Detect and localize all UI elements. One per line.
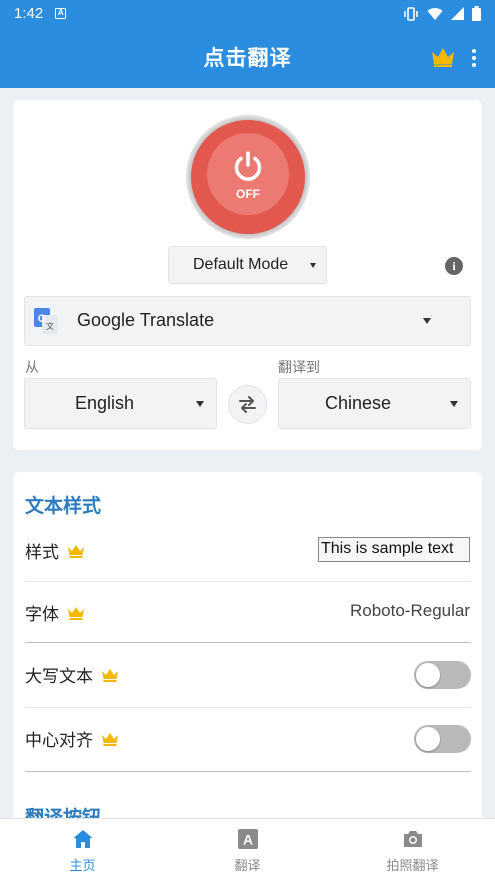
mode-select-value: Default Mode bbox=[193, 256, 289, 273]
wifi-icon bbox=[427, 7, 443, 20]
nav-home[interactable]: 主页 bbox=[0, 819, 165, 880]
uppercase-row: 大写文本 bbox=[25, 662, 119, 687]
target-language-value: Chinese bbox=[325, 393, 392, 413]
nav-camera[interactable]: 拍照翻译 bbox=[330, 819, 495, 880]
power-state-label: OFF bbox=[236, 187, 260, 201]
font-label: 字体 bbox=[25, 605, 59, 625]
caret-down-icon bbox=[196, 401, 204, 407]
crown-icon bbox=[68, 544, 84, 558]
engine-select-value: Google Translate bbox=[77, 310, 215, 330]
translate-icon: A bbox=[237, 829, 258, 849]
mode-select[interactable]: Default Mode bbox=[168, 246, 327, 284]
swap-icon bbox=[239, 396, 256, 413]
uppercase-toggle[interactable] bbox=[414, 661, 471, 689]
center-align-toggle[interactable] bbox=[414, 725, 471, 753]
center-align-label: 中心对齐 bbox=[25, 731, 93, 751]
svg-text:G: G bbox=[38, 313, 47, 325]
from-label: 从 bbox=[25, 360, 39, 376]
target-language-select[interactable]: Chinese bbox=[278, 378, 471, 429]
font-value[interactable]: Roboto-Regular bbox=[350, 601, 470, 621]
swap-languages-button[interactable] bbox=[228, 385, 267, 424]
more-vert-icon[interactable] bbox=[466, 45, 482, 71]
divider bbox=[25, 707, 471, 708]
text-style-card bbox=[13, 472, 482, 832]
svg-text:文: 文 bbox=[46, 321, 54, 331]
status-bar: 1:42 A bbox=[0, 0, 495, 27]
font-row[interactable]: 字体 bbox=[25, 600, 85, 625]
text-style-section-title: 文本样式 bbox=[25, 495, 102, 517]
engine-select[interactable]: G 文 Google Translate bbox=[24, 296, 471, 346]
home-icon bbox=[73, 830, 92, 848]
style-row: 样式 bbox=[25, 538, 85, 563]
caret-down-icon bbox=[310, 263, 316, 268]
power-icon bbox=[234, 151, 262, 181]
app-bar: 点击翻译 bbox=[0, 27, 495, 88]
style-sample-text[interactable]: This is sample text bbox=[318, 537, 470, 562]
center-align-row: 中心对齐 bbox=[25, 726, 119, 751]
nav-camera-label: 拍照翻译 bbox=[386, 859, 439, 874]
signal-icon bbox=[451, 7, 464, 20]
style-label: 样式 bbox=[25, 543, 59, 563]
crown-icon[interactable] bbox=[430, 46, 456, 68]
source-language-select[interactable]: English bbox=[24, 378, 217, 429]
nav-translate-label: 翻译 bbox=[234, 859, 261, 874]
uppercase-label: 大写文本 bbox=[25, 667, 93, 687]
toggle-knob bbox=[416, 663, 440, 687]
to-label: 翻译到 bbox=[278, 360, 320, 376]
bottom-nav: 主页 A 翻译 拍照翻译 bbox=[0, 818, 495, 880]
battery-icon bbox=[472, 6, 481, 21]
status-icons bbox=[403, 6, 481, 21]
divider bbox=[25, 581, 471, 582]
nav-translate[interactable]: A 翻译 bbox=[165, 819, 330, 880]
toggle-knob bbox=[416, 727, 440, 751]
crown-icon bbox=[102, 732, 118, 746]
crown-icon bbox=[68, 606, 84, 620]
svg-text:A: A bbox=[242, 832, 252, 848]
caret-down-icon bbox=[450, 401, 458, 407]
caret-down-icon bbox=[423, 318, 431, 324]
divider bbox=[25, 642, 471, 643]
info-icon[interactable]: i bbox=[445, 257, 463, 275]
divider bbox=[25, 771, 471, 772]
crown-icon bbox=[102, 668, 118, 682]
nav-home-label: 主页 bbox=[69, 859, 96, 874]
camera-icon bbox=[403, 831, 422, 847]
google-translate-icon: G 文 bbox=[34, 308, 58, 334]
vibrate-icon bbox=[404, 6, 418, 21]
status-time: 1:42 bbox=[14, 5, 44, 22]
app-title: 点击翻译 bbox=[203, 46, 292, 70]
notification-icon: A bbox=[55, 8, 67, 19]
source-language-value: English bbox=[75, 393, 135, 413]
